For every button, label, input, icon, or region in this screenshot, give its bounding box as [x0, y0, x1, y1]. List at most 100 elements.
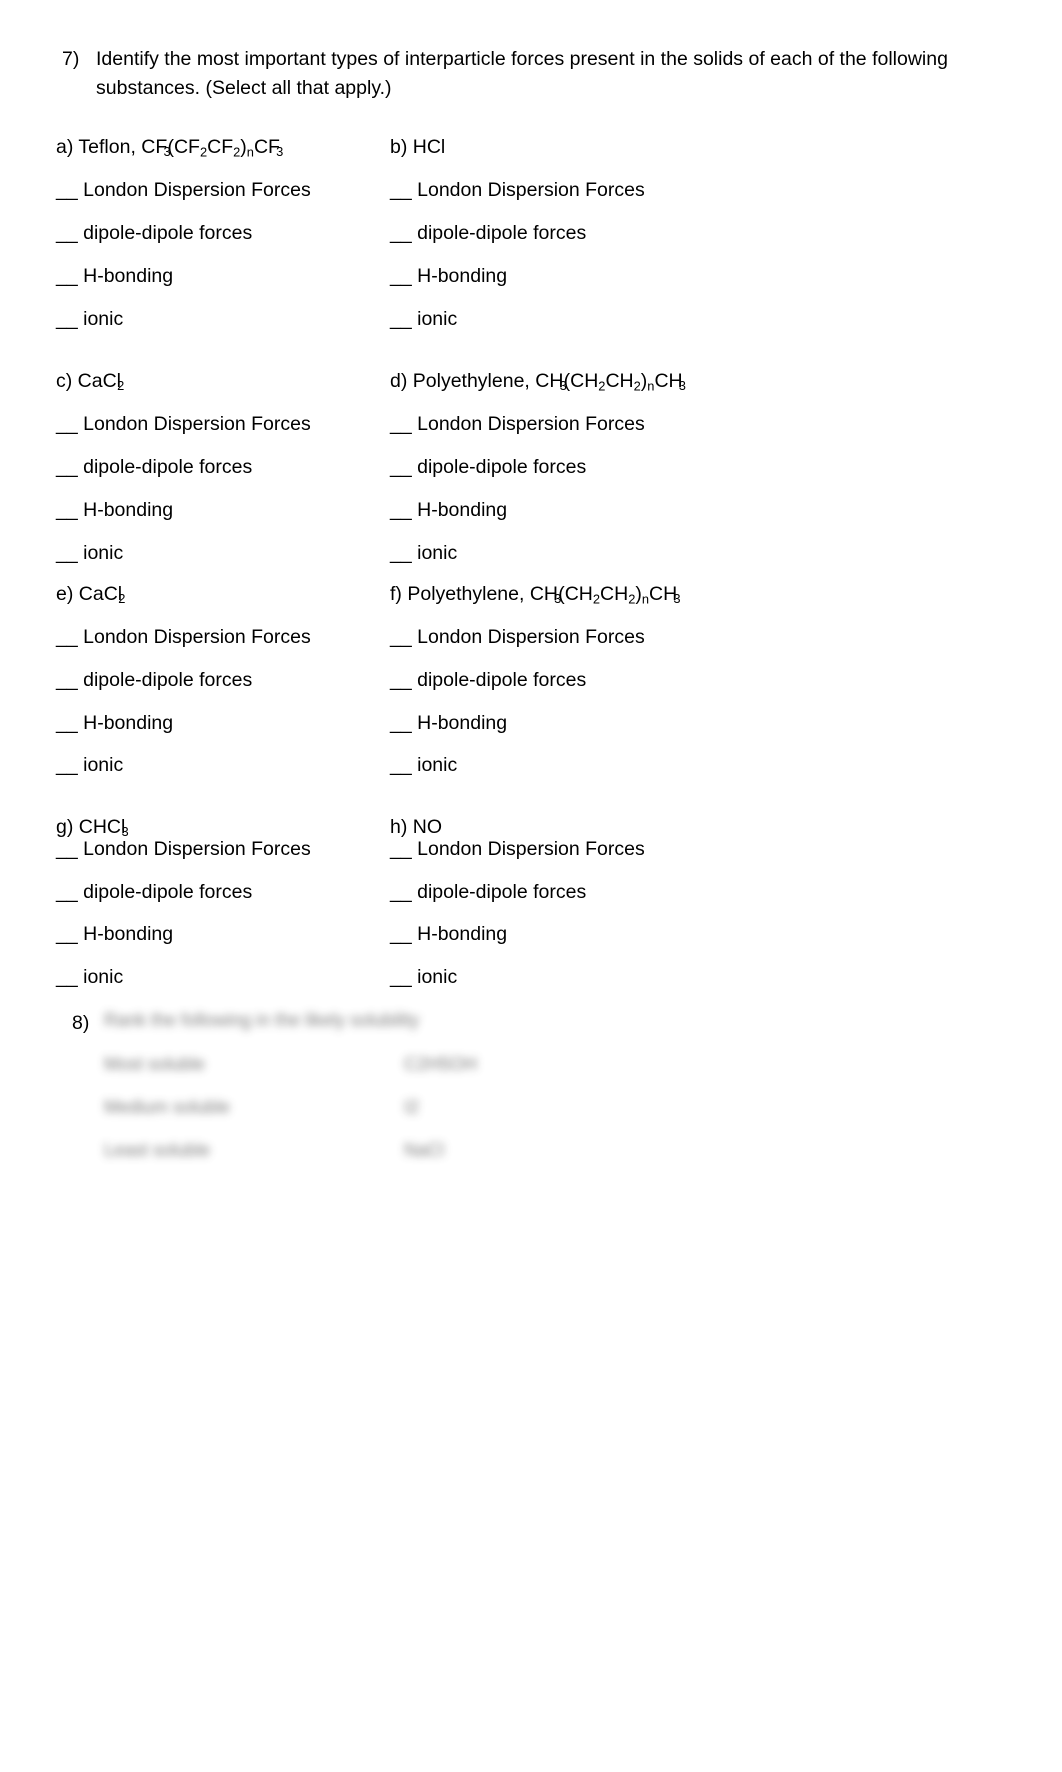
subquestion-g-marker: g) — [56, 816, 74, 838]
subquestion-g-label: g) CHCl3 — [56, 815, 129, 839]
answer-blank[interactable]: __ — [390, 625, 412, 649]
table-row: Medium soluble I2 — [104, 1095, 574, 1138]
choice-label: dipole-dipole forces — [417, 881, 587, 903]
answer-blank[interactable]: __ — [56, 753, 78, 777]
subquestion-f-formula: CH3(CH2CH2)nCH3 — [529, 583, 681, 607]
choice-label: London Dispersion Forces — [83, 413, 311, 435]
choice-label: ionic — [83, 966, 124, 988]
answer-blank[interactable]: __ — [56, 922, 78, 946]
subquestion-b-choice-london[interactable]: __ London Dispersion Forces — [390, 178, 645, 202]
answer-blank[interactable]: __ — [56, 541, 78, 565]
subquestion-g-formula: CHCl3 — [78, 816, 129, 840]
subquestion-a-choice-ionic[interactable]: __ ionic — [56, 307, 123, 331]
subquestion-h-choice-london[interactable]: __ London Dispersion Forces — [390, 837, 645, 861]
answer-blank[interactable]: __ — [56, 965, 78, 989]
table-row: Most soluble C2H5OH — [104, 1052, 574, 1095]
answer-blank[interactable]: __ — [56, 711, 78, 735]
answer-blank[interactable]: __ — [56, 837, 78, 861]
subquestion-c-label: c) CaCl2 — [56, 369, 124, 393]
subquestion-h-choice-dipole[interactable]: __ dipole-dipole forces — [390, 880, 586, 904]
choice-label: dipole-dipole forces — [83, 222, 253, 244]
subquestion-d-choice-ionic[interactable]: __ ionic — [390, 541, 457, 565]
answer-blank[interactable]: __ — [390, 753, 412, 777]
answer-blank[interactable]: __ — [56, 455, 78, 479]
subquestion-h-marker: h) — [390, 816, 408, 838]
subquestion-h-choice-hbonding[interactable]: __ H-bonding — [390, 922, 507, 946]
answer-blank[interactable]: __ — [390, 412, 412, 436]
answer-blank[interactable]: __ — [390, 307, 412, 331]
subquestion-f-choice-hbonding[interactable]: __ H-bonding — [390, 711, 507, 735]
answer-blank[interactable]: __ — [390, 880, 412, 904]
subquestion-c-choice-london[interactable]: __ London Dispersion Forces — [56, 412, 311, 436]
document-page: 7) Identify the most important types of i… — [0, 0, 1062, 1772]
answer-blank[interactable]: __ — [56, 412, 78, 436]
answer-blank[interactable]: __ — [390, 178, 412, 202]
subquestion-e-choice-dipole[interactable]: __ dipole-dipole forces — [56, 668, 252, 692]
subquestion-b-choice-dipole[interactable]: __ dipole-dipole forces — [390, 221, 586, 245]
answer-blank[interactable]: __ — [390, 498, 412, 522]
answer-blank[interactable]: __ — [56, 178, 78, 202]
answer-blank[interactable]: __ — [56, 221, 78, 245]
answer-blank[interactable]: __ — [390, 541, 412, 565]
subquestion-a-choice-london[interactable]: __ London Dispersion Forces — [56, 178, 311, 202]
choice-label: H-bonding — [417, 923, 508, 945]
answer-blank[interactable]: __ — [56, 625, 78, 649]
choice-label: H-bonding — [417, 265, 508, 287]
answer-blank[interactable]: __ — [390, 965, 412, 989]
answer-blank[interactable]: __ — [56, 880, 78, 904]
subquestion-a-choice-hbonding[interactable]: __ H-bonding — [56, 264, 173, 288]
subquestion-e-choice-london[interactable]: __ London Dispersion Forces — [56, 625, 311, 649]
answer-blank[interactable]: __ — [390, 221, 412, 245]
subquestion-f-choice-dipole[interactable]: __ dipole-dipole forces — [390, 668, 586, 692]
choice-label: H-bonding — [83, 499, 174, 521]
subquestion-a-choice-dipole[interactable]: __ dipole-dipole forces — [56, 221, 252, 245]
subquestion-g-choice-london[interactable]: __ London Dispersion Forces — [56, 837, 311, 861]
answer-blank[interactable]: __ — [390, 668, 412, 692]
subquestion-b-choice-ionic[interactable]: __ ionic — [390, 307, 457, 331]
subquestion-c-marker: c) — [56, 370, 73, 392]
subquestion-f-name: Polyethylene, — [407, 583, 525, 605]
subquestion-c-choice-hbonding[interactable]: __ H-bonding — [56, 498, 173, 522]
answer-blank[interactable]: __ — [56, 307, 78, 331]
answer-blank[interactable]: __ — [390, 455, 412, 479]
question-8-blurred-content: Rank the following in the likely solubil… — [104, 1008, 574, 1181]
table-cell-right: NaCl — [404, 1140, 445, 1160]
subquestion-d-marker: d) — [390, 370, 408, 392]
subquestion-e-marker: e) — [56, 583, 74, 605]
answer-blank[interactable]: __ — [390, 264, 412, 288]
subquestion-h-choice-ionic[interactable]: __ ionic — [390, 965, 457, 989]
subquestion-e-choice-ionic[interactable]: __ ionic — [56, 753, 123, 777]
subquestion-d-choice-dipole[interactable]: __ dipole-dipole forces — [390, 455, 586, 479]
subquestion-g-choice-ionic[interactable]: __ ionic — [56, 965, 123, 989]
answer-blank[interactable]: __ — [56, 264, 78, 288]
table-cell-right: C2H5OH — [404, 1054, 478, 1074]
subquestion-d-name: Polyethylene, — [412, 370, 530, 392]
subquestion-b-choice-hbonding[interactable]: __ H-bonding — [390, 264, 507, 288]
subquestion-h-label: h) NO — [390, 815, 442, 839]
subquestion-c-choice-ionic[interactable]: __ ionic — [56, 541, 123, 565]
answer-blank[interactable]: __ — [390, 711, 412, 735]
choice-label: London Dispersion Forces — [417, 413, 645, 435]
choice-label: H-bonding — [417, 712, 508, 734]
answer-blank[interactable]: __ — [390, 922, 412, 946]
question-7-text-line-2: substances. (Select all that apply.) — [96, 77, 392, 99]
choice-label: London Dispersion Forces — [83, 838, 311, 860]
subquestion-b-marker: b) — [390, 136, 408, 158]
answer-blank[interactable]: __ — [390, 837, 412, 861]
subquestion-g-choice-hbonding[interactable]: __ H-bonding — [56, 922, 173, 946]
subquestion-e-label: e) CaCl2 — [56, 582, 125, 606]
subquestion-c-choice-dipole[interactable]: __ dipole-dipole forces — [56, 455, 252, 479]
subquestion-d-choice-london[interactable]: __ London Dispersion Forces — [390, 412, 645, 436]
answer-blank[interactable]: __ — [56, 498, 78, 522]
subquestion-e-choice-hbonding[interactable]: __ H-bonding — [56, 711, 173, 735]
answer-blank[interactable]: __ — [56, 668, 78, 692]
choice-label: dipole-dipole forces — [83, 669, 253, 691]
subquestion-g-choice-dipole[interactable]: __ dipole-dipole forces — [56, 880, 252, 904]
choice-label: ionic — [417, 754, 458, 776]
subquestion-f-choice-london[interactable]: __ London Dispersion Forces — [390, 625, 645, 649]
table-cell-left: Least soluble — [104, 1140, 211, 1160]
subquestion-d-choice-hbonding[interactable]: __ H-bonding — [390, 498, 507, 522]
choice-label: London Dispersion Forces — [83, 179, 311, 201]
question-8-prompt: Rank the following in the likely solubil… — [104, 1010, 420, 1030]
subquestion-f-choice-ionic[interactable]: __ ionic — [390, 753, 457, 777]
